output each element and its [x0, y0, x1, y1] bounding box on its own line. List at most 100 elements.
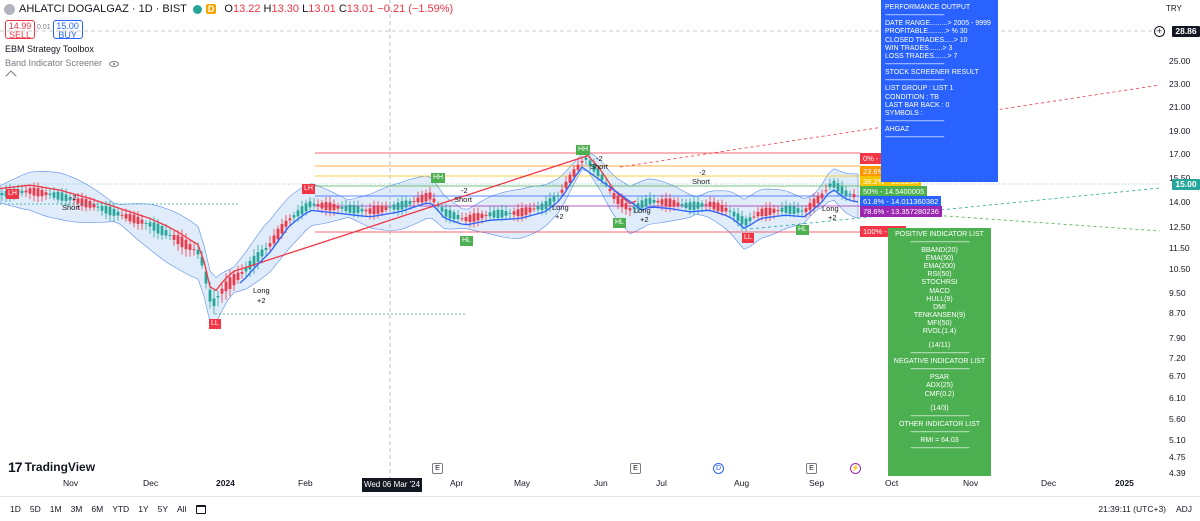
candle-body [740, 216, 744, 225]
range-6m[interactable]: 6M [91, 504, 103, 514]
time-axis[interactable]: Nov Dec 2024 Feb Apr May Jun Jul Aug Sep Oct Nov Dec… [0, 478, 1160, 492]
candle-body [256, 252, 260, 262]
candle-body [96, 206, 100, 208]
candle-body [340, 207, 344, 209]
candle-body [732, 211, 736, 217]
positive-count: (14/11) [928, 342, 951, 350]
candle-body [400, 201, 404, 210]
candle-body [768, 207, 772, 215]
candle-body [176, 235, 180, 245]
candle-body [180, 236, 184, 248]
sell-button[interactable]: 14.99 SELL [5, 20, 35, 40]
price-tick: 14.00 [1169, 197, 1191, 207]
range-3m[interactable]: 3M [71, 504, 83, 514]
candle-body [28, 188, 32, 194]
earnings-event-icon[interactable]: E [432, 463, 443, 474]
symbol-title[interactable]: AHLATCI DOGALGAZ · 1D · BIST [19, 3, 187, 15]
indicator-band-screener[interactable]: Band Indicator Screener [5, 58, 119, 68]
candle-body [824, 190, 828, 192]
range-all[interactable]: All [177, 504, 186, 514]
fib-level-78: 78.6% - 13.357280236 [860, 206, 942, 217]
candle-body [548, 198, 552, 206]
lightning-event-icon[interactable]: ⚡ [850, 463, 861, 474]
performance-title: PERFORMANCE OUTPUT [885, 4, 971, 11]
pivot-label: HL [796, 225, 809, 235]
candle-body [484, 214, 488, 216]
negative-count: (14/3) [930, 404, 949, 412]
sell-label: SELL [8, 30, 32, 40]
candle-body [140, 219, 144, 224]
range-5d[interactable]: 5D [30, 504, 41, 514]
candle-body [124, 214, 128, 219]
time-tick: Apr [450, 478, 464, 488]
candle-body [40, 189, 44, 197]
candle-body [376, 205, 380, 214]
candle-body [280, 224, 284, 234]
candle-body [32, 187, 36, 196]
price-tick: 4.75 [1169, 452, 1186, 462]
candle-body [220, 288, 224, 294]
candle-body [836, 183, 840, 192]
candle-body [736, 213, 740, 221]
range-1y[interactable]: 1Y [138, 504, 148, 514]
candle-body [360, 208, 364, 212]
earnings-event-icon[interactable]: E [630, 463, 641, 474]
positive-indicator: BBAND(20) [921, 247, 958, 255]
candle-body [304, 203, 308, 212]
candle-body [80, 198, 84, 206]
earnings-event-icon[interactable]: E [806, 463, 817, 474]
pivot-label: HL [460, 236, 473, 246]
candle-body [136, 216, 140, 224]
time-tick: Oct [885, 478, 899, 488]
dividend-event-icon[interactable]: D [713, 463, 724, 474]
range-1m[interactable]: 1M [50, 504, 62, 514]
candle-body [276, 228, 280, 240]
calendar-icon[interactable] [196, 504, 207, 514]
other-title: OTHER INDICATOR LIST [898, 420, 981, 428]
candle-body [424, 193, 428, 202]
separator: ----------------------------------------… [885, 77, 945, 85]
candle-body [508, 212, 512, 214]
candle-body [404, 200, 408, 208]
tradingview-logo[interactable]: 17 TradingView [8, 459, 95, 475]
candle-body [476, 213, 480, 221]
separator: ----------------------------------------… [910, 444, 970, 452]
buy-button[interactable]: 15.00 BUY [52, 20, 83, 40]
time-tick: 2024 [216, 478, 235, 488]
indicator-ebm-strategy[interactable]: EBM Strategy Toolbox [5, 44, 94, 54]
candle-body [564, 181, 568, 189]
range-ytd[interactable]: YTD [112, 504, 129, 514]
eye-icon[interactable] [108, 60, 119, 67]
positive-indicator: MFI(50) [927, 319, 952, 327]
candle-body [128, 213, 132, 222]
time-tick: Jul [656, 478, 667, 488]
buy-label: BUY [58, 30, 77, 40]
candle-body [660, 199, 664, 205]
price-tick: 17.00 [1169, 149, 1191, 159]
candle-body [316, 204, 320, 207]
symbol-logo-icon [4, 3, 15, 15]
candle-body [624, 203, 628, 210]
candle-body [656, 200, 660, 203]
clock[interactable]: 21:39:11 (UTC+3) [1098, 504, 1166, 514]
close-label: C [338, 3, 347, 15]
price-axis[interactable]: 28.8625.0023.0021.0019.0017.0015.5014.00… [1163, 0, 1200, 485]
candle-body [788, 205, 792, 214]
price-tick: 12.50 [1169, 222, 1191, 232]
negative-title: NEGATIVE INDICATOR LIST [893, 358, 986, 366]
candle-body [516, 209, 520, 217]
range-1d[interactable]: 1D [10, 504, 21, 514]
signal-label: Long [822, 204, 839, 213]
candle-body [812, 198, 816, 208]
adj-button[interactable]: ADJ [1176, 504, 1192, 514]
candle-body [688, 202, 692, 210]
separator: ----------------------------------------… [885, 61, 945, 69]
time-tick: Jun [594, 478, 608, 488]
candle-body [288, 218, 292, 221]
candle-body [784, 205, 788, 213]
candle-body [112, 208, 116, 216]
candle-body [84, 199, 88, 208]
candle-body [320, 202, 324, 209]
range-5y[interactable]: 5Y [158, 504, 168, 514]
pivot-label: LH [302, 184, 315, 194]
